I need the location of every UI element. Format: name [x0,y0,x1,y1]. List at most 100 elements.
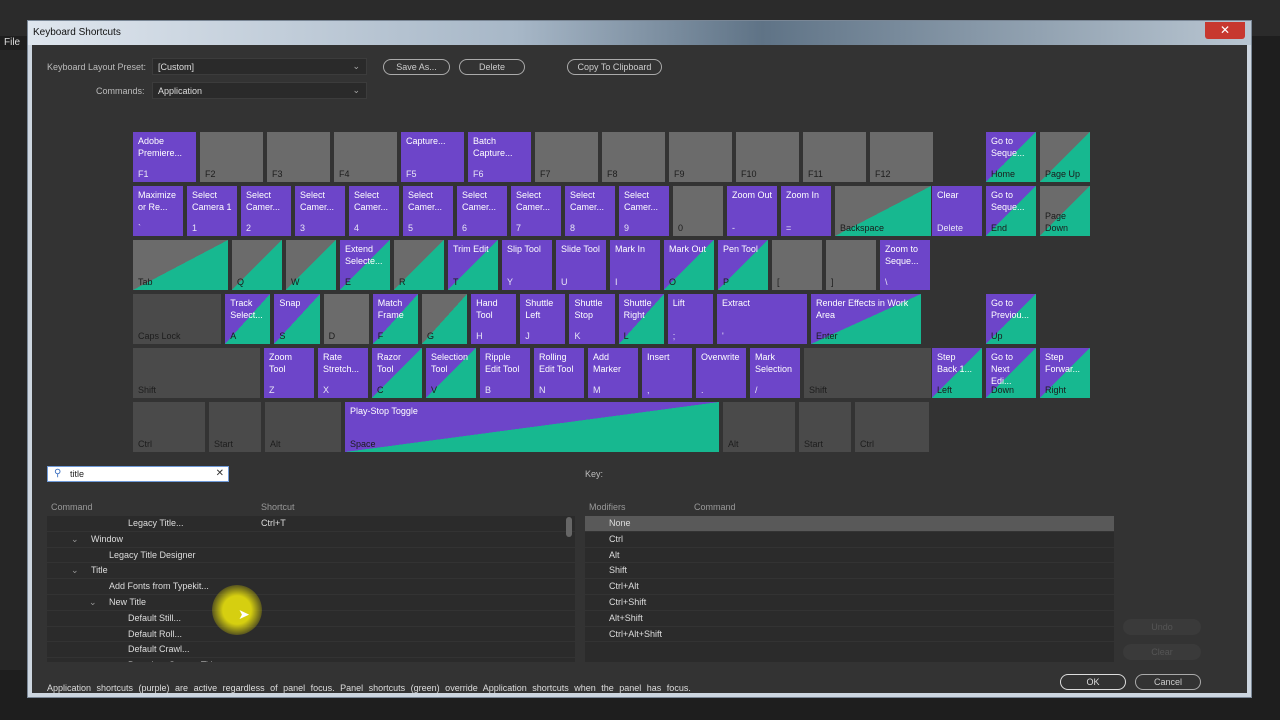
key-p[interactable]: Pen Tool P [718,240,768,290]
modifier-row[interactable]: Alt [585,548,1114,564]
key-8[interactable]: Select Camer... 8 [565,186,615,236]
command-row[interactable]: ⌄ Window [47,532,575,548]
key-5[interactable]: Select Camer... 5 [403,186,453,236]
key-m[interactable]: Add Marker M [588,348,638,398]
chevron-down-icon[interactable]: ⌄ [89,595,97,610]
key-j[interactable]: Shuttle Left J [520,294,566,344]
key-7[interactable]: Select Camer... 7 [511,186,561,236]
key-4[interactable]: Select Camer... 4 [349,186,399,236]
ok-button[interactable]: OK [1060,674,1126,690]
modifier-row[interactable]: Ctrl+Alt [585,579,1114,595]
key-shift[interactable]: Shift [804,348,931,398]
command-row[interactable]: ⌄ New Title [47,595,575,611]
command-row[interactable]: Based on Current Title [47,658,575,662]
clear-search-icon[interactable]: ✕ [216,468,224,479]
key-ctrl[interactable]: Ctrl [133,402,205,452]
save-as-button[interactable]: Save As... [383,59,450,75]
copy-to-clipboard-button[interactable]: Copy To Clipboard [567,59,662,75]
key-f1[interactable]: Adobe Premiere... F1 [133,132,196,182]
key-space[interactable]: Play-Stop Toggle Space [345,402,719,452]
key-f[interactable]: Match Frame F [372,294,418,344]
key-r[interactable]: R [394,240,444,290]
key-up[interactable]: Go to Previou... Up [986,294,1036,344]
command-row[interactable]: Legacy Title Designer [47,548,575,564]
key-start[interactable]: Start [209,402,261,452]
key--[interactable]: Zoom In = [781,186,831,236]
key--[interactable]: [ [772,240,822,290]
key-i[interactable]: Mark In I [610,240,660,290]
key-caps-lock[interactable]: Caps Lock [133,294,222,344]
key-alt[interactable]: Alt [723,402,795,452]
key-f3[interactable]: F3 [267,132,330,182]
key--[interactable]: Lift; [667,294,713,344]
key--[interactable]: Overwrite. [696,348,746,398]
key-e[interactable]: Extend Selecte... E [340,240,390,290]
key-z[interactable]: Zoom Tool Z [264,348,314,398]
key-f2[interactable]: F2 [200,132,263,182]
key-u[interactable]: Slide Tool U [556,240,606,290]
chevron-down-icon[interactable]: ⌄ [71,563,79,578]
key-right[interactable]: Step Forwar... Right [1040,348,1090,398]
key-g[interactable]: G [421,294,468,344]
key-1[interactable]: Select Camera 1 1 [187,186,237,236]
undo-button[interactable]: Undo [1123,619,1201,635]
command-row[interactable]: Default Roll... [47,627,575,643]
clear-button[interactable]: Clear [1123,644,1201,660]
menu-file[interactable]: File [4,37,20,48]
key-h[interactable]: Hand Tool H [471,294,517,344]
key--[interactable]: Zoom Out - [727,186,777,236]
key-shift[interactable]: Shift [133,348,260,398]
modifier-row[interactable]: Ctrl [585,532,1114,548]
key-v[interactable]: Selection Tool V [426,348,476,398]
key-tab[interactable]: Tab [133,240,228,290]
key-y[interactable]: Slip Tool Y [502,240,552,290]
key-s[interactable]: Snap S [274,294,320,344]
delete-button[interactable]: Delete [459,59,525,75]
key-f4[interactable]: F4 [334,132,397,182]
key-ctrl[interactable]: Ctrl [855,402,929,452]
key--[interactable]: Mark Selection / [750,348,800,398]
key-f7[interactable]: F7 [535,132,598,182]
modifier-row[interactable]: None [585,516,1114,532]
key-o[interactable]: Mark Out O [664,240,714,290]
key-f11[interactable]: F11 [803,132,866,182]
key-d[interactable]: D [323,294,369,344]
key-f8[interactable]: F8 [602,132,665,182]
close-button[interactable]: ✕ [1205,22,1245,39]
key-l[interactable]: Shuttle Right L [618,294,664,344]
key--[interactable]: Insert, [642,348,692,398]
key-enter[interactable]: Render Effects in Work Area Enter [810,294,921,344]
scrollbar[interactable] [566,517,572,537]
command-row[interactable]: ⌄ Title [47,563,575,580]
modifier-row[interactable]: Ctrl+Shift [585,595,1114,611]
key-0[interactable]: 0 [673,186,723,236]
key-c[interactable]: Razor Tool C [372,348,422,398]
key-f6[interactable]: Batch Capture... F6 [468,132,531,182]
key-f9[interactable]: F9 [669,132,732,182]
key-home[interactable]: Go to Seque... Home [986,132,1036,182]
key--[interactable]: Extract ' [716,294,807,344]
key-delete[interactable]: Clear Delete [932,186,982,236]
key-9[interactable]: Select Camer... 9 [619,186,669,236]
key--[interactable]: Zoom to Seque... \ [880,240,930,290]
chevron-down-icon[interactable]: ⌄ [71,532,79,547]
command-row[interactable]: Default Still... [47,611,575,627]
key--[interactable]: ] [826,240,876,290]
key-6[interactable]: Select Camer... 6 [457,186,507,236]
search-input[interactable]: ⚲ title ✕ [47,466,229,482]
key-start[interactable]: Start [799,402,851,452]
modifier-row[interactable]: Shift [585,563,1114,580]
commands-select[interactable]: Application ⌄ [152,82,367,99]
key-n[interactable]: Rolling Edit Tool N [534,348,584,398]
cancel-button[interactable]: Cancel [1135,674,1201,690]
key-x[interactable]: Rate Stretch... X [318,348,368,398]
preset-select[interactable]: [Custom] ⌄ [152,58,367,75]
command-row[interactable]: Legacy Title... Ctrl+T [47,516,575,532]
key-2[interactable]: Select Camer... 2 [241,186,291,236]
key-k[interactable]: Shuttle Stop K [569,294,615,344]
command-row[interactable]: Add Fonts from Typekit... [47,579,575,595]
key-f5[interactable]: Capture... F5 [401,132,464,182]
key-w[interactable]: W [286,240,336,290]
command-row[interactable]: Default Crawl... [47,642,575,659]
key-f10[interactable]: F10 [736,132,799,182]
